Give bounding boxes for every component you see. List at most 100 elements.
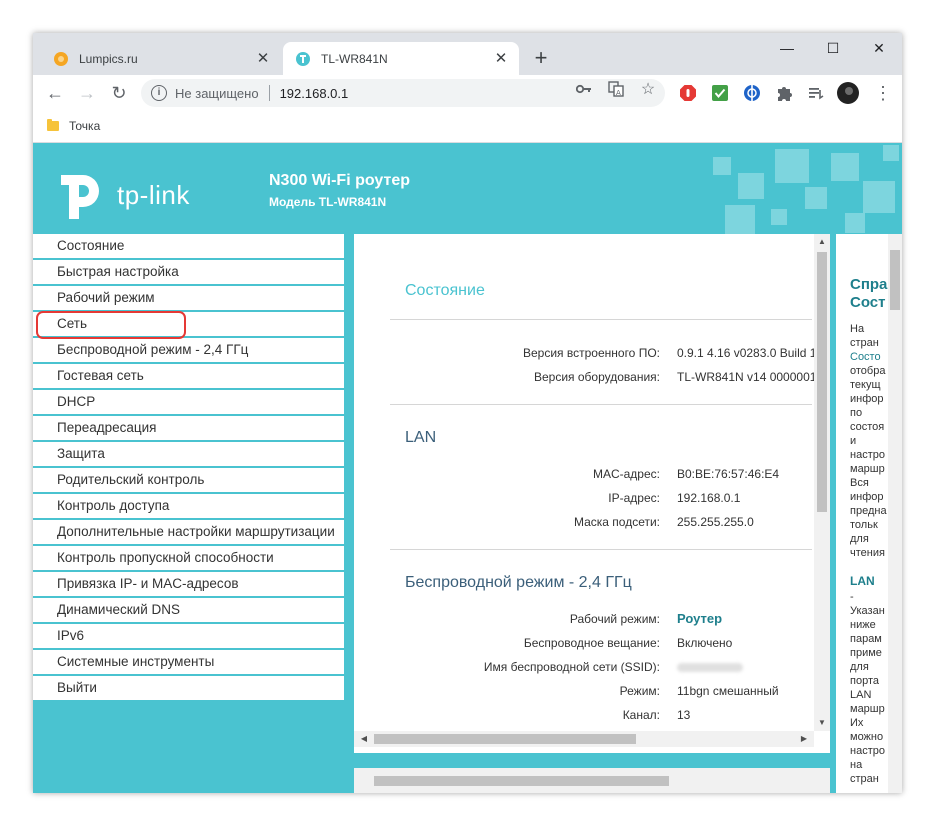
help-text-line: маршр <box>850 463 885 475</box>
tab-lumpics[interactable]: Lumpics.ru ✕ <box>41 42 281 75</box>
menu-item-wireless[interactable]: Беспроводной режим - 2,4 ГГц <box>33 338 344 362</box>
profile-avatar[interactable] <box>837 82 859 104</box>
bookmarks-bar: Точка <box>33 111 902 143</box>
bookmark-item[interactable]: Точка <box>47 119 100 133</box>
menu-item-ip-mac-binding[interactable]: Привязка IP- и MAC-адресов <box>33 572 344 596</box>
help-text-line: Вся <box>850 477 869 489</box>
reading-list-icon[interactable] <box>807 84 825 102</box>
menu-item-bandwidth-control[interactable]: Контроль пропускной способности <box>33 546 344 570</box>
help-text-line: инфор <box>850 393 884 405</box>
router-model: Модель TL-WR841N <box>269 195 387 209</box>
menu-item-logout[interactable]: Выйти <box>33 676 344 700</box>
mask-label: Маска подсети: <box>573 515 660 529</box>
scroll-up-arrow-icon[interactable]: ▲ <box>814 237 830 246</box>
check-extension-icon[interactable] <box>711 84 729 102</box>
menu-item-dynamic-dns[interactable]: Динамический DNS <box>33 598 344 622</box>
key-icon[interactable] <box>575 81 593 99</box>
scroll-thumb[interactable] <box>374 776 669 786</box>
ip-value: 192.168.0.1 <box>677 491 741 505</box>
main-menu: Состояние Быстрая настройка Рабочий режи… <box>33 234 344 702</box>
tab-title: TL-WR841N <box>321 51 388 66</box>
content-vertical-scrollbar[interactable]: ▲ ▼ <box>814 234 830 731</box>
help-text-line: - <box>850 591 854 603</box>
help-text-line: на <box>850 759 863 771</box>
help-text-line: настро <box>850 745 885 757</box>
adblock-extension-icon[interactable] <box>679 84 697 102</box>
help-link[interactable]: Состо <box>850 350 881 364</box>
folder-icon <box>47 119 59 131</box>
router-header: tp-link N300 Wi-Fi роутер Модель TL-WR84… <box>33 143 902 234</box>
menu-item-dhcp[interactable]: DHCP <box>33 390 344 414</box>
scroll-thumb[interactable] <box>890 250 900 310</box>
scroll-down-arrow-icon[interactable]: ▼ <box>814 718 830 727</box>
help-text-line: стран <box>850 337 879 349</box>
menu-item-status[interactable]: Состояние <box>33 234 344 258</box>
tab-title: Lumpics.ru <box>79 51 138 66</box>
reload-icon[interactable]: ↻ <box>107 81 131 105</box>
help-text-line: порта <box>850 675 879 687</box>
close-tab-icon[interactable]: ✕ <box>493 50 509 67</box>
maximize-button[interactable]: ☐ <box>810 33 856 63</box>
puzzle-extensions-icon[interactable] <box>775 84 793 102</box>
router-page: tp-link N300 Wi-Fi роутер Модель TL-WR84… <box>33 143 902 793</box>
more-menu-icon[interactable]: ⋮ <box>871 81 895 105</box>
help-text-line: состоя <box>850 421 885 433</box>
content-horizontal-scrollbar[interactable]: ◀ ▶ <box>354 731 814 747</box>
ip-label: IP-адрес: <box>608 491 660 505</box>
decor <box>845 213 865 233</box>
divider <box>268 85 270 101</box>
forward-arrow-icon[interactable]: → <box>75 81 99 105</box>
decor <box>863 181 895 213</box>
menu-item-advanced-routing[interactable]: Дополнительные настройки маршрутизации <box>33 520 344 544</box>
menu-item-guest-network[interactable]: Гостевая сеть <box>33 364 344 388</box>
mode-value: Роутер <box>677 611 723 626</box>
menu-item-operation-mode[interactable]: Рабочий режим <box>33 286 344 310</box>
globe-extension-icon[interactable] <box>743 84 761 102</box>
help-text-line: инфор <box>850 491 884 503</box>
help-text-line: можно <box>850 731 884 743</box>
browser-toolbar: ← → ↻ i Не защищено 192.168.0.1 A ☆ ⋮ <box>33 75 902 111</box>
close-window-button[interactable]: ✕ <box>856 33 902 63</box>
menu-item-forwarding[interactable]: Переадресация <box>33 416 344 440</box>
help-text-line: отобра <box>850 365 886 377</box>
scroll-thumb[interactable] <box>817 252 827 512</box>
brand-name: tp-link <box>117 179 190 210</box>
scroll-left-arrow-icon[interactable]: ◀ <box>356 734 372 743</box>
menu-item-system-tools[interactable]: Системные инструменты <box>33 650 344 674</box>
menu-item-access-control[interactable]: Контроль доступа <box>33 494 344 518</box>
help-text-line: для <box>850 533 869 545</box>
title-bar: Lumpics.ru ✕ TL-WR841N ✕ + — ☐ ✕ <box>33 33 902 75</box>
translate-icon[interactable]: A <box>607 81 625 99</box>
help-title: Спра Сост <box>850 276 887 312</box>
help-text-line: и <box>850 435 857 447</box>
page-horizontal-scrollbar[interactable] <box>354 768 830 793</box>
scroll-thumb[interactable] <box>374 734 636 744</box>
menu-item-parental-control[interactable]: Родительский контроль <box>33 468 344 492</box>
ssid-label: Имя беспроводной сети (SSID): <box>483 660 660 674</box>
menu-item-quick-setup[interactable]: Быстрая настройка <box>33 260 344 284</box>
tplink-logo-icon <box>61 175 99 219</box>
url-text[interactable]: 192.168.0.1 <box>280 86 349 101</box>
ssid-value-redacted <box>677 660 743 674</box>
help-scrollbar[interactable] <box>888 234 902 793</box>
tplink-logo: tp-link <box>57 169 190 221</box>
broadcast-value: Включено <box>677 636 733 650</box>
divider <box>390 404 812 405</box>
menu-item-ipv6[interactable]: IPv6 <box>33 624 344 648</box>
decor <box>805 187 827 209</box>
divider <box>390 549 812 550</box>
regime-value: 11bgn смешанный <box>677 684 779 698</box>
help-text-line: На <box>850 323 865 335</box>
svg-text:A: A <box>616 89 621 97</box>
star-icon[interactable]: ☆ <box>639 81 657 99</box>
scroll-right-arrow-icon[interactable]: ▶ <box>796 734 812 743</box>
info-icon[interactable]: i <box>151 85 167 101</box>
help-text-line: чтения <box>850 547 885 559</box>
status-content: Состояние Версия встроенного ПО: 0.9.1 4… <box>354 234 830 753</box>
minimize-button[interactable]: — <box>764 33 810 63</box>
tab-router[interactable]: TL-WR841N ✕ <box>283 42 519 75</box>
back-arrow-icon[interactable]: ← <box>43 81 67 105</box>
new-tab-button[interactable]: + <box>529 46 553 70</box>
close-tab-icon[interactable]: ✕ <box>255 50 271 67</box>
menu-item-security[interactable]: Защита <box>33 442 344 466</box>
